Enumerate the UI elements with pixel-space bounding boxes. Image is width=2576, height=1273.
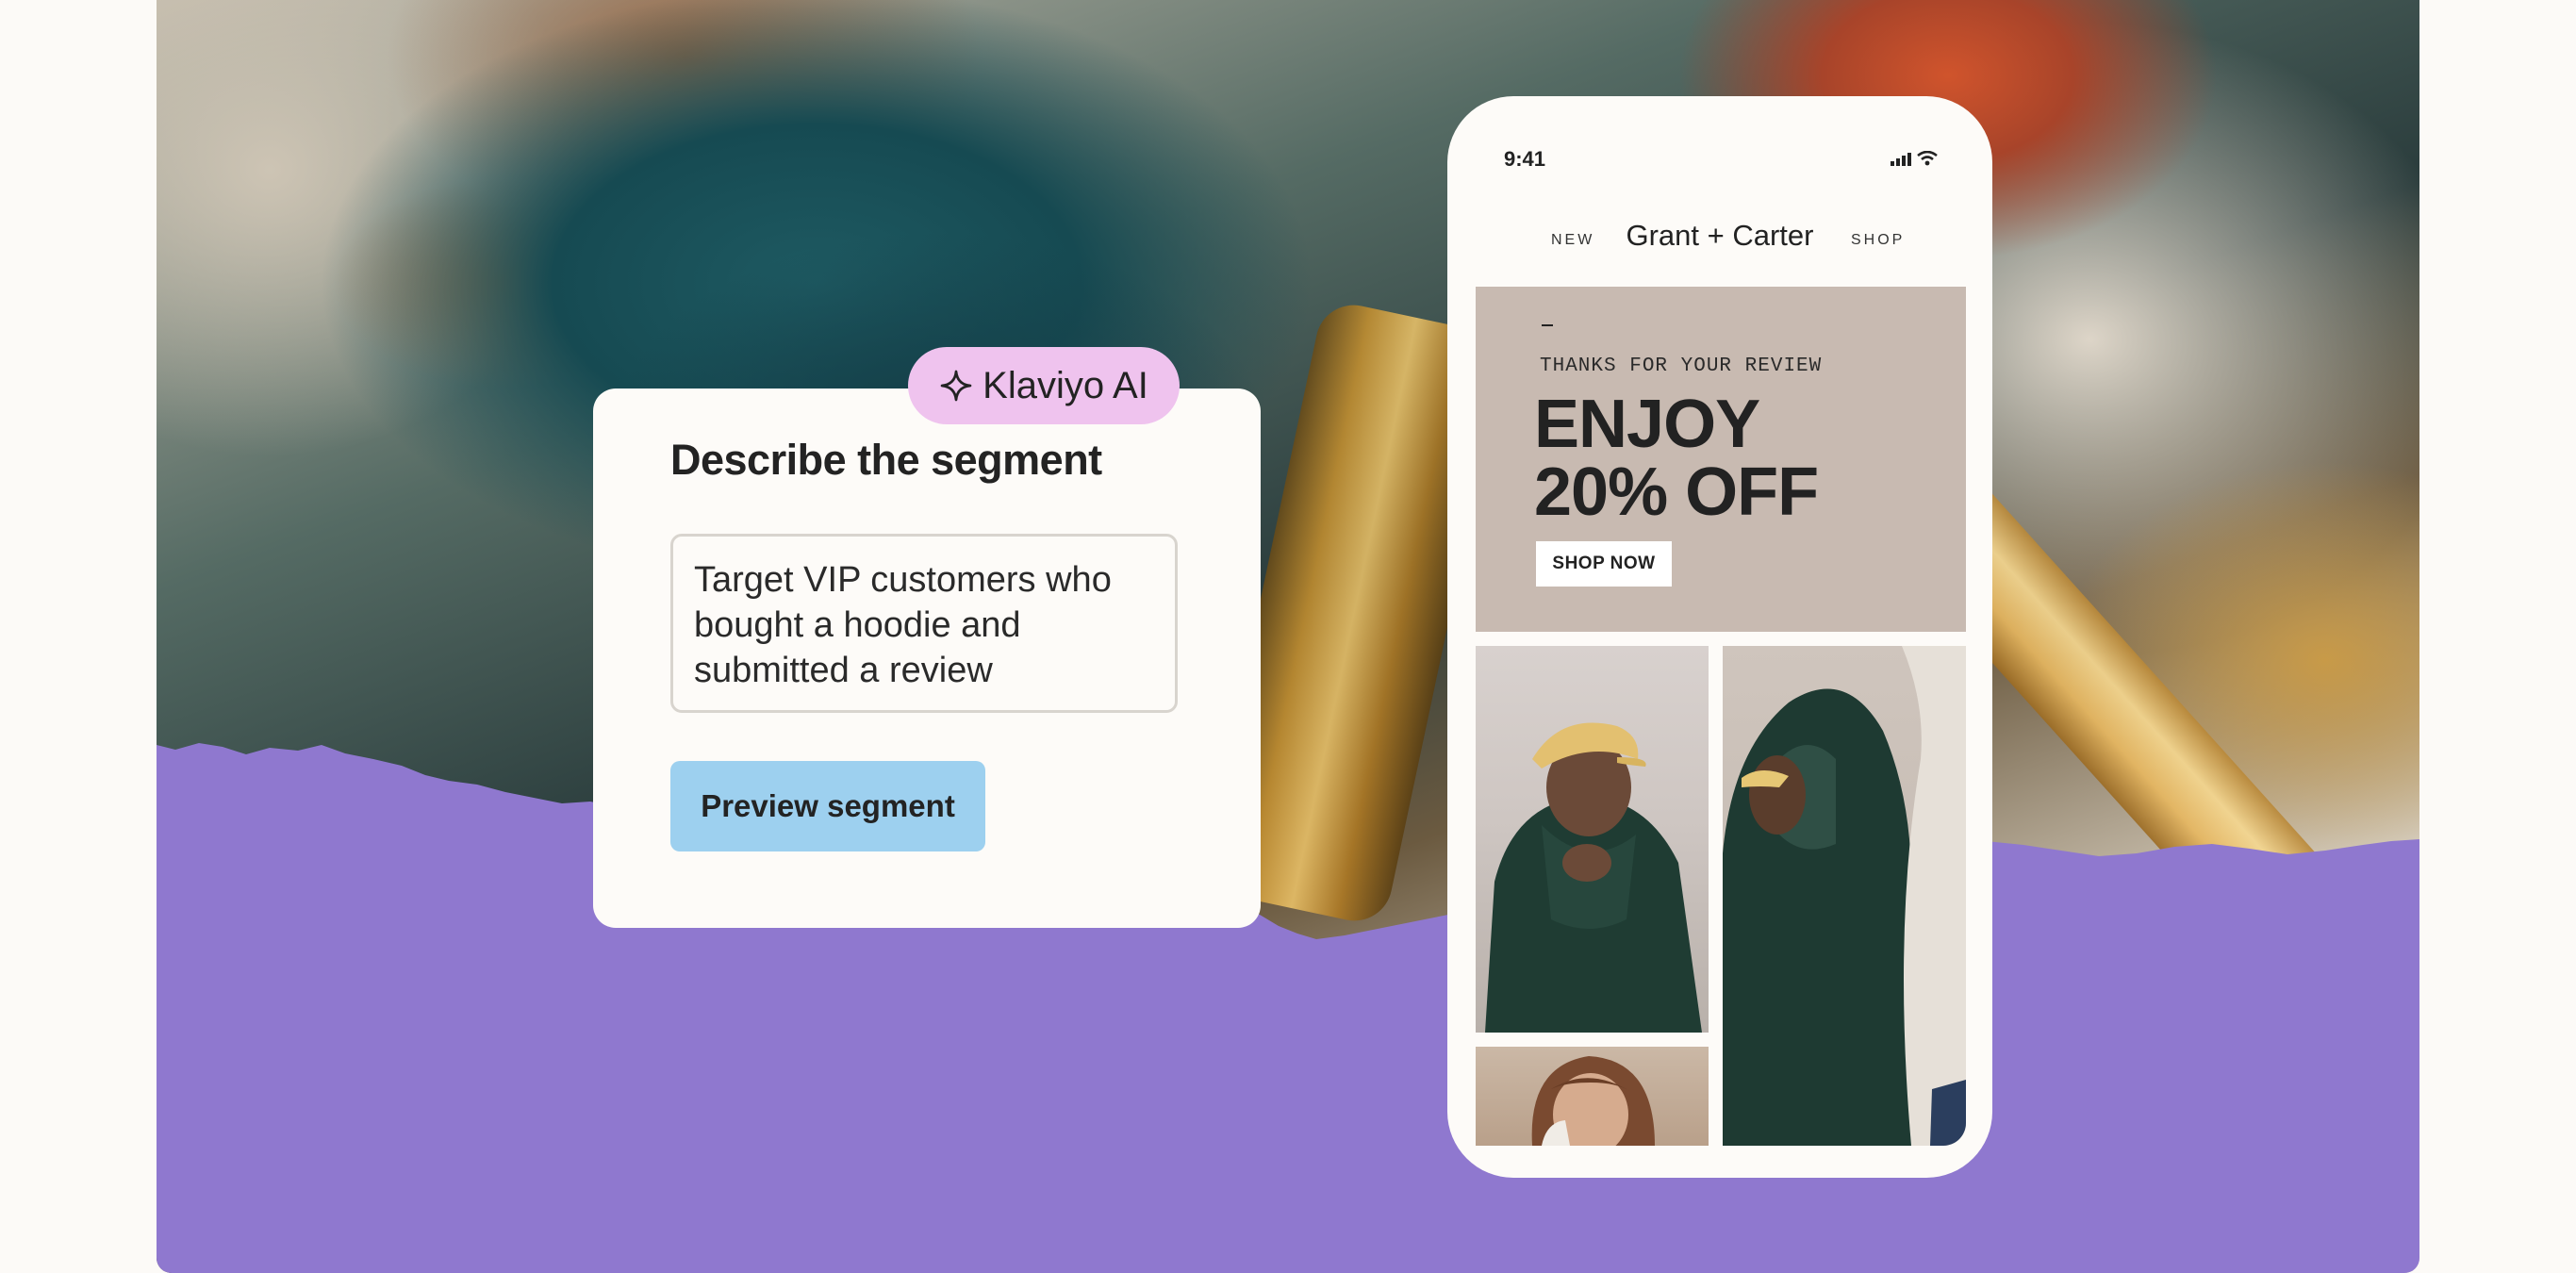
model-woman-portrait-photo <box>1531 1056 1655 1146</box>
store-brand-name: Grant + Carter <box>1626 219 1814 252</box>
status-icons <box>1891 151 1938 166</box>
product-photo-portrait[interactable] <box>1476 1047 1709 1146</box>
product-photo-yellow-cap[interactable] <box>1476 646 1709 1033</box>
banner-kicker: THANKS FOR YOUR REVIEW <box>1540 355 1823 377</box>
hero-stage <box>157 0 2419 1273</box>
klaviyo-ai-badge: Klaviyo AI <box>908 347 1180 424</box>
preview-segment-button[interactable]: Preview segment <box>670 761 985 851</box>
shop-now-button[interactable]: SHOP NOW <box>1536 541 1672 587</box>
promo-banner: THANKS FOR YOUR REVIEW ENJOY 20% OFF SHO… <box>1476 287 1966 632</box>
sparkle-icon <box>940 370 972 402</box>
phone-mockup: 9:41 NEW Grant + Carter SHOP THANKS FOR … <box>1447 96 1992 1178</box>
wifi-icon <box>1917 151 1938 166</box>
product-photo-hooded-profile[interactable] <box>1723 646 1966 1146</box>
segment-card: Describe the segment Target VIP customer… <box>593 389 1261 928</box>
headline-line1: ENJOY <box>1534 387 1760 462</box>
model-yellow-cap-hoodie-photo <box>1485 722 1702 1033</box>
ai-badge-label: Klaviyo AI <box>983 364 1148 406</box>
segment-description-input[interactable]: Target VIP customers who bought a hoodie… <box>670 534 1178 713</box>
banner-dash <box>1542 324 1553 326</box>
headline-line2: 20% OFF <box>1534 455 1819 530</box>
card-title: Describe the segment <box>670 436 1102 484</box>
model-hooded-profile-photo <box>1723 646 1966 1146</box>
nav-shop-link[interactable]: SHOP <box>1851 232 1905 249</box>
signal-icon <box>1891 153 1911 166</box>
banner-headline: ENJOY 20% OFF <box>1534 387 1819 526</box>
torn-paper-purple <box>157 743 2419 1273</box>
status-time: 9:41 <box>1504 147 1546 171</box>
